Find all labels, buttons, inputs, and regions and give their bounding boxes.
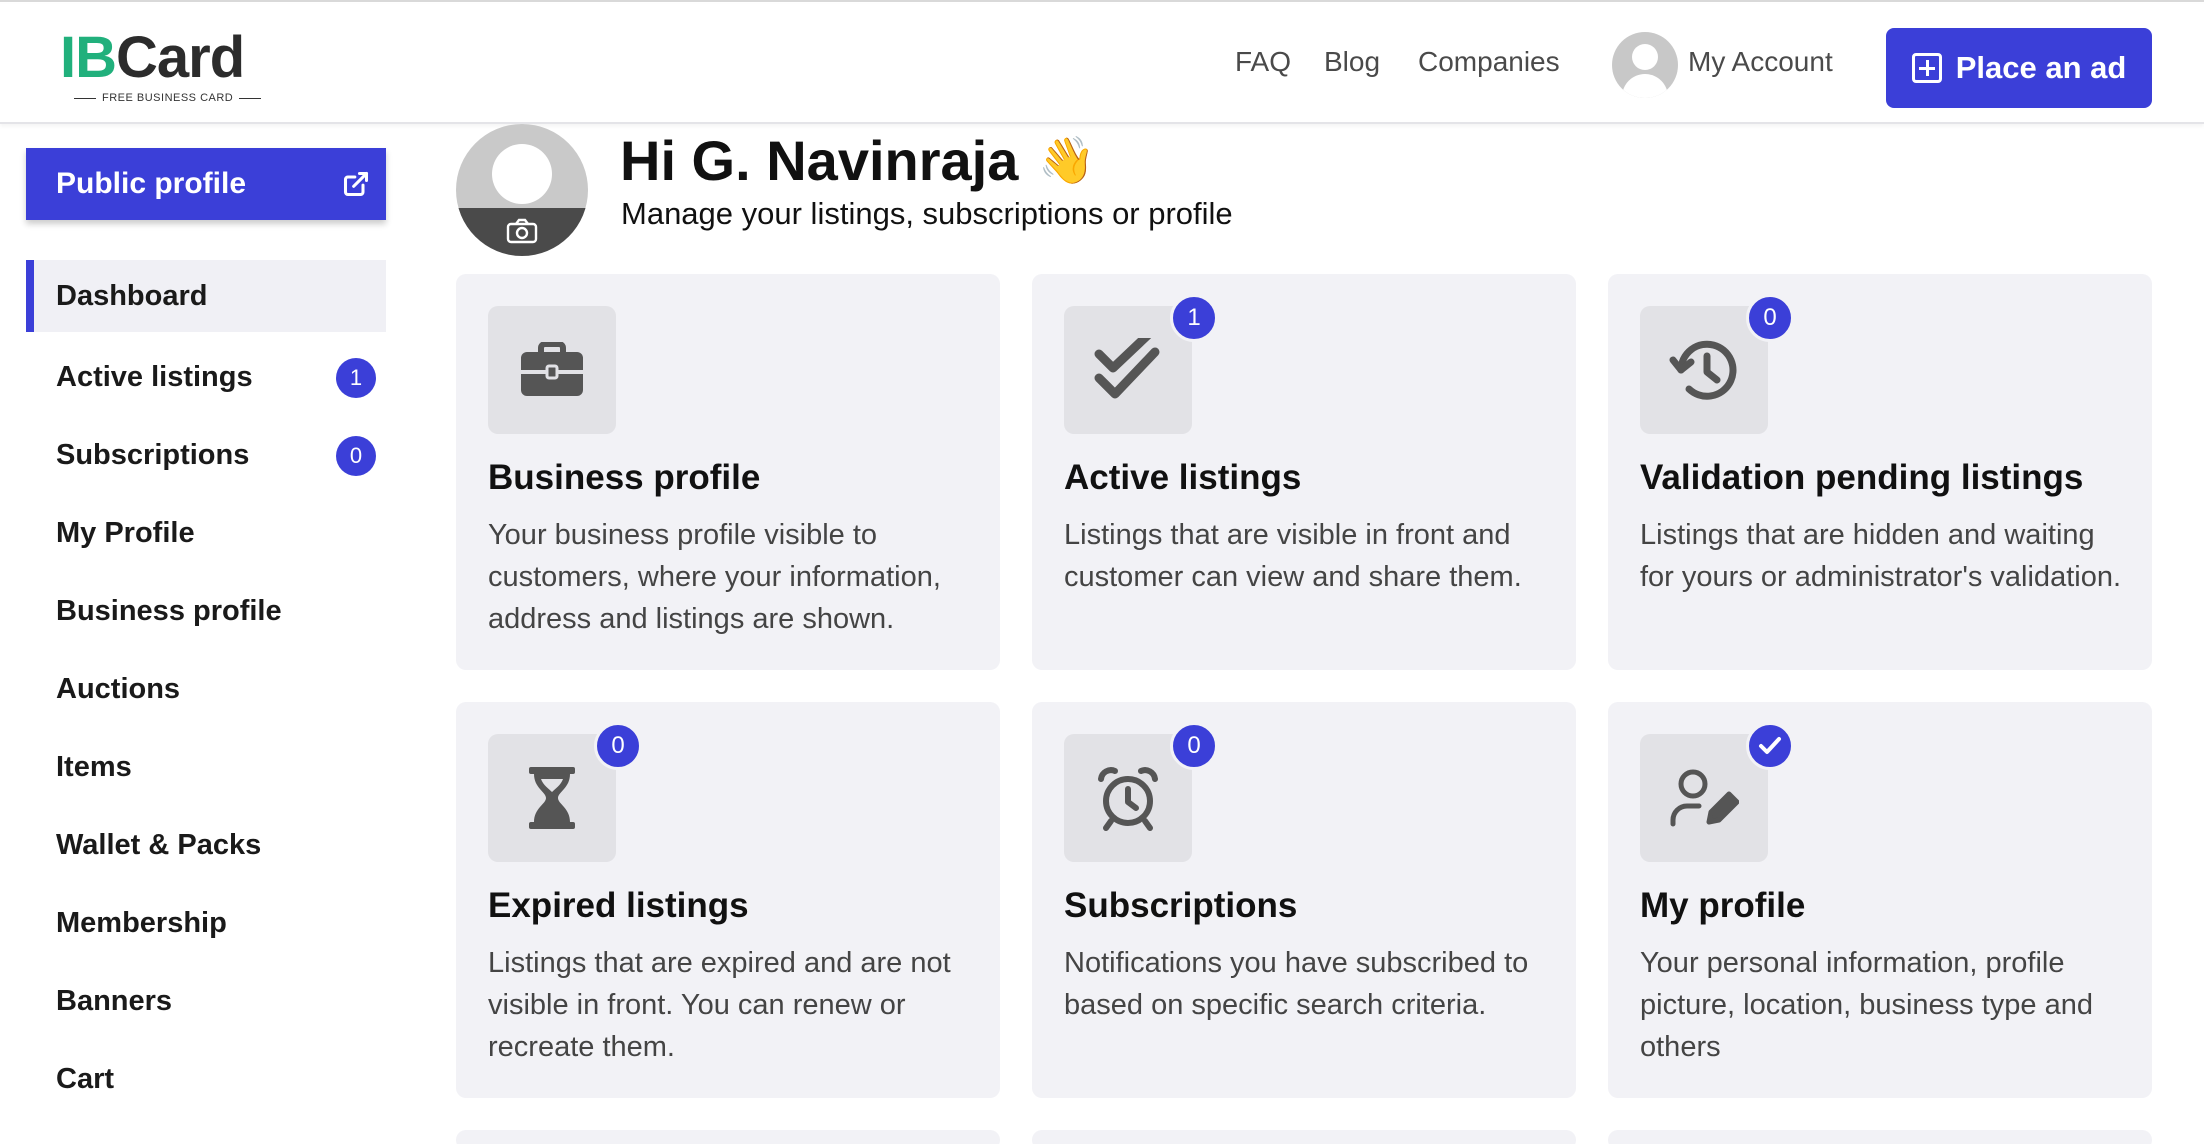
briefcase-icon xyxy=(521,342,583,396)
card-expired-listings[interactable]: 0 Expired listings Listings that are exp… xyxy=(456,702,1000,1098)
nav-companies-link[interactable]: Companies xyxy=(1418,46,1560,78)
card-description: Your business profile visible to custome… xyxy=(488,519,941,635)
place-ad-label: Place an ad xyxy=(1955,50,2127,85)
sidebar-item-label: Auctions xyxy=(56,672,181,705)
sidebar-item-label: Banners xyxy=(56,984,173,1017)
card-title: My profile xyxy=(1640,886,1806,925)
my-account-link[interactable]: My Account xyxy=(1688,46,1833,78)
plus-square-icon xyxy=(1911,53,1942,83)
count-badge: 0 xyxy=(594,722,642,770)
card-my-profile[interactable]: My profile Your personal information, pr… xyxy=(1608,702,2152,1098)
site-logo[interactable]: IBCard FREE BUSINESS CARD xyxy=(60,26,260,112)
card-description: Your personal information, profile pictu… xyxy=(1640,947,2093,1063)
card-description: Listings that are expired and are not vi… xyxy=(488,947,951,1063)
count-badge: 0 xyxy=(1746,294,1794,342)
greeting-text: Hi G. Navinraja xyxy=(620,129,1019,192)
place-ad-button[interactable]: Place an ad xyxy=(1886,28,2152,108)
user-edit-icon xyxy=(1670,769,1739,827)
card-active-listings[interactable]: 1 Active listings Listings that are visi… xyxy=(1032,274,1576,670)
sidebar-item-membership[interactable]: Membership xyxy=(26,884,386,962)
sidebar-item-label: Business profile xyxy=(56,594,282,627)
sidebar-item-wallet-packs[interactable]: Wallet & Packs xyxy=(26,806,386,884)
sidebar-item-my-profile[interactable]: My Profile xyxy=(26,494,386,572)
sidebar-item-cart[interactable]: Cart xyxy=(26,1040,386,1118)
card-partial xyxy=(456,1130,1000,1144)
sidebar-item-label: Items xyxy=(56,750,132,783)
public-profile-label: Public profile xyxy=(56,167,247,200)
sidebar-item-dashboard[interactable]: Dashboard xyxy=(26,260,386,332)
sidebar-item-items[interactable]: Items xyxy=(26,728,386,806)
count-badge: 1 xyxy=(336,358,376,398)
hourglass-icon xyxy=(529,767,575,829)
card-title: Subscriptions xyxy=(1064,886,1298,925)
site-header: IBCard FREE BUSINESS CARD FAQ Blog Compa… xyxy=(0,4,2204,124)
public-profile-button[interactable]: Public profile xyxy=(26,148,386,220)
sidebar-item-label: Membership xyxy=(56,906,227,939)
sidebar-item-banners[interactable]: Banners xyxy=(26,962,386,1040)
page-title: Hi G. Navinraja 👋 xyxy=(620,128,1096,193)
waving-hand-icon: 👋 xyxy=(1038,134,1096,186)
card-partial xyxy=(1608,1130,2152,1144)
sidebar-item-subscriptions[interactable]: Subscriptions 0 xyxy=(26,416,386,494)
sidebar-item-label: My Profile xyxy=(56,516,195,549)
verified-check-badge xyxy=(1746,722,1794,770)
card-title: Business profile xyxy=(488,458,761,497)
card-description: Notifications you have subscribed to bas… xyxy=(1064,947,1529,1021)
sidebar-item-label: Active listings xyxy=(56,360,253,393)
logo-mark: IB xyxy=(60,25,117,90)
count-badge: 0 xyxy=(1170,722,1218,770)
profile-picture-upload[interactable] xyxy=(456,124,588,256)
count-badge: 1 xyxy=(1170,294,1218,342)
double-check-icon xyxy=(1094,338,1160,399)
card-business-profile[interactable]: Business profile Your business profile v… xyxy=(456,274,1000,670)
sidebar-item-active-listings[interactable]: Active listings 1 xyxy=(26,338,386,416)
card-title: Active listings xyxy=(1064,458,1302,497)
sidebar-item-label: Subscriptions xyxy=(56,438,250,471)
sidebar-item-auctions[interactable]: Auctions xyxy=(26,650,386,728)
sidebar-menu: Dashboard Active listings 1 Subscriptions… xyxy=(26,260,386,1118)
check-icon xyxy=(1759,737,1781,754)
card-partial xyxy=(1032,1130,1576,1144)
nav-blog-link[interactable]: Blog xyxy=(1324,46,1380,78)
card-title: Expired listings xyxy=(488,886,749,925)
sidebar-item-business-profile[interactable]: Business profile xyxy=(26,572,386,650)
page-subtitle: Manage your listings, subscriptions or p… xyxy=(621,196,1233,231)
camera-icon xyxy=(506,218,538,244)
sidebar-item-label: Dashboard xyxy=(56,279,208,312)
external-link-icon xyxy=(343,171,369,197)
history-icon xyxy=(1669,340,1737,400)
card-description: Listings that are hidden and waiting for… xyxy=(1640,519,2122,593)
nav-faq-link[interactable]: FAQ xyxy=(1235,46,1291,78)
sidebar-item-label: Wallet & Packs xyxy=(56,828,262,861)
card-subscriptions[interactable]: 0 Subscriptions Notifications you have s… xyxy=(1032,702,1576,1098)
logo-tagline: FREE BUSINESS CARD xyxy=(68,92,267,104)
count-badge: 0 xyxy=(336,436,376,476)
alarm-clock-icon xyxy=(1098,767,1158,831)
card-validation-pending[interactable]: 0 Validation pending listings Listings t… xyxy=(1608,274,2152,670)
sidebar-item-label: Cart xyxy=(56,1062,115,1095)
logo-word: Card xyxy=(116,25,245,90)
card-title: Validation pending listings xyxy=(1640,458,2084,497)
card-description: Listings that are visible in front and c… xyxy=(1064,519,1522,593)
account-avatar[interactable] xyxy=(1612,32,1678,98)
